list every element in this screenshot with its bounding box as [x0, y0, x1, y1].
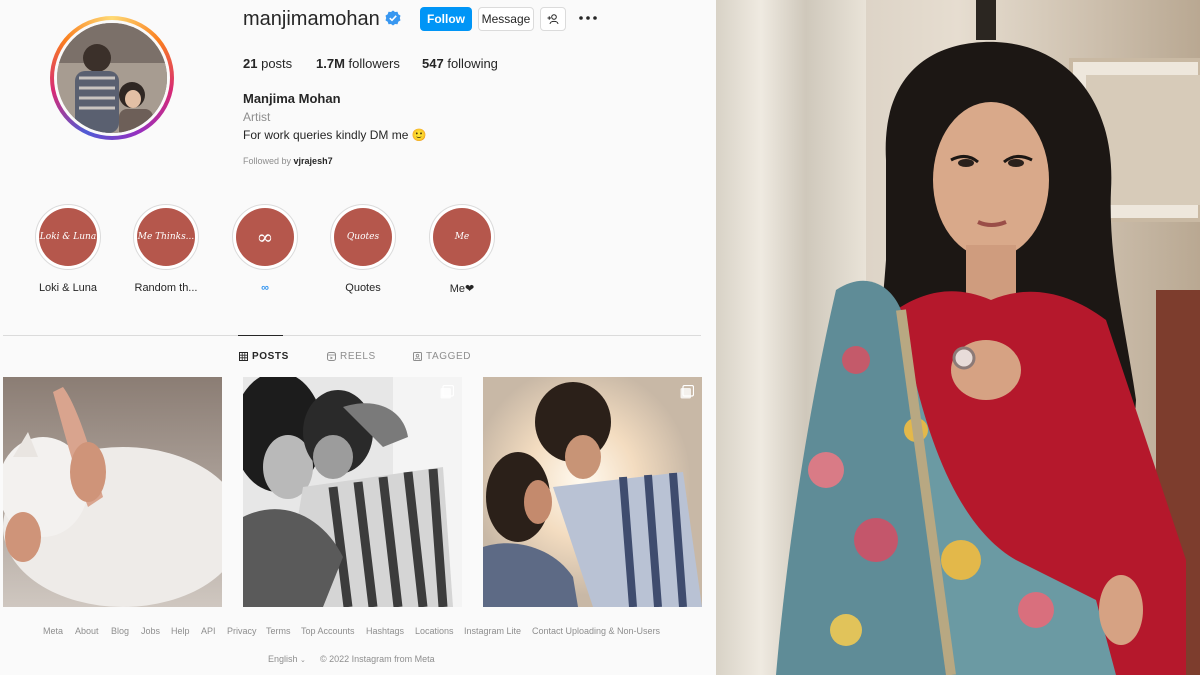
suggested-users-button[interactable] [540, 7, 566, 31]
reels-icon [327, 352, 336, 361]
post-thumbnail-2[interactable] [243, 377, 462, 607]
following-count[interactable]: 547 following [422, 56, 498, 71]
profile-full-name: Manjima Mohan [243, 91, 341, 106]
footer-link-api[interactable]: API [201, 626, 216, 636]
footer-link-terms[interactable]: Terms [266, 626, 291, 636]
footer-link-instagram-lite[interactable]: Instagram Lite [464, 626, 521, 636]
highlight-infinity[interactable]: ∞ ∞ [225, 204, 305, 294]
footer-link-contact-uploading[interactable]: Contact Uploading & Non-Users [532, 626, 660, 636]
footer-link-top-accounts[interactable]: Top Accounts [301, 626, 355, 636]
instagram-profile-screenshot: manjimamohan Follow Message 21 posts 1.7… [0, 0, 716, 675]
profile-avatar[interactable] [50, 16, 174, 140]
profile-username: manjimamohan [243, 8, 380, 30]
multiple-posts-icon [440, 385, 454, 399]
grid-icon [239, 352, 248, 361]
post-thumbnail-3[interactable] [483, 377, 702, 607]
tab-reels[interactable]: REELS [327, 351, 376, 362]
footer-link-privacy[interactable]: Privacy [227, 626, 257, 636]
message-button[interactable]: Message [478, 7, 534, 31]
post-image [3, 377, 222, 607]
verified-badge-icon [385, 10, 401, 26]
highlight-cover: Quotes [334, 208, 392, 266]
add-user-icon [547, 14, 559, 25]
footer-link-blog[interactable]: Blog [111, 626, 129, 636]
post-image [483, 377, 702, 607]
copyright: © 2022 Instagram from Meta [320, 654, 435, 664]
highlight-random-thoughts[interactable]: Me Thinks... Random th... [126, 204, 206, 294]
highlight-cover: Me Thinks... [137, 208, 195, 266]
follow-button[interactable]: Follow [420, 7, 472, 31]
tab-posts[interactable]: POSTS [239, 351, 289, 362]
followers-count[interactable]: 1.7M followers [316, 56, 400, 71]
post-thumbnail-1[interactable] [3, 377, 222, 607]
tabs-divider [3, 335, 701, 336]
portrait-photo [716, 0, 1200, 675]
more-options-icon[interactable] [578, 11, 598, 25]
highlight-me[interactable]: Me Me❤ [422, 204, 502, 295]
language-selector[interactable]: English ⌄ [268, 654, 306, 664]
footer-link-help[interactable]: Help [171, 626, 190, 636]
portrait-image [716, 0, 1200, 675]
tagged-icon [413, 352, 422, 361]
tab-tagged[interactable]: TAGGED [413, 351, 471, 362]
highlight-cover: ∞ [236, 208, 294, 266]
footer-link-locations[interactable]: Locations [415, 626, 454, 636]
chevron-down-icon: ⌄ [300, 657, 306, 664]
highlight-label: Quotes [345, 282, 381, 294]
highlight-cover: Loki & Luna [39, 208, 97, 266]
footer-link-hashtags[interactable]: Hashtags [366, 626, 404, 636]
avatar-photo [57, 23, 167, 133]
footer-link-about[interactable]: About [75, 626, 99, 636]
highlight-label: Random th... [134, 282, 198, 294]
highlight-cover: Me [433, 208, 491, 266]
multiple-posts-icon [680, 385, 694, 399]
highlight-label: Me❤ [449, 283, 475, 295]
highlight-quotes[interactable]: Quotes Quotes [323, 204, 403, 294]
followed-by[interactable]: Followed by vjrajesh7 [243, 156, 333, 166]
posts-count: 21 posts [243, 56, 293, 71]
highlight-label: Loki & Luna [38, 282, 98, 294]
active-tab-indicator [238, 335, 283, 336]
footer-link-meta[interactable]: Meta [43, 626, 63, 636]
footer-link-jobs[interactable]: Jobs [141, 626, 160, 636]
post-image [243, 377, 462, 607]
highlight-label: ∞ [261, 282, 269, 294]
profile-category: Artist [243, 110, 271, 124]
highlight-loki-luna[interactable]: Loki & Luna Loki & Luna [28, 204, 108, 294]
profile-bio: For work queries kindly DM me 🙂 [243, 128, 427, 142]
